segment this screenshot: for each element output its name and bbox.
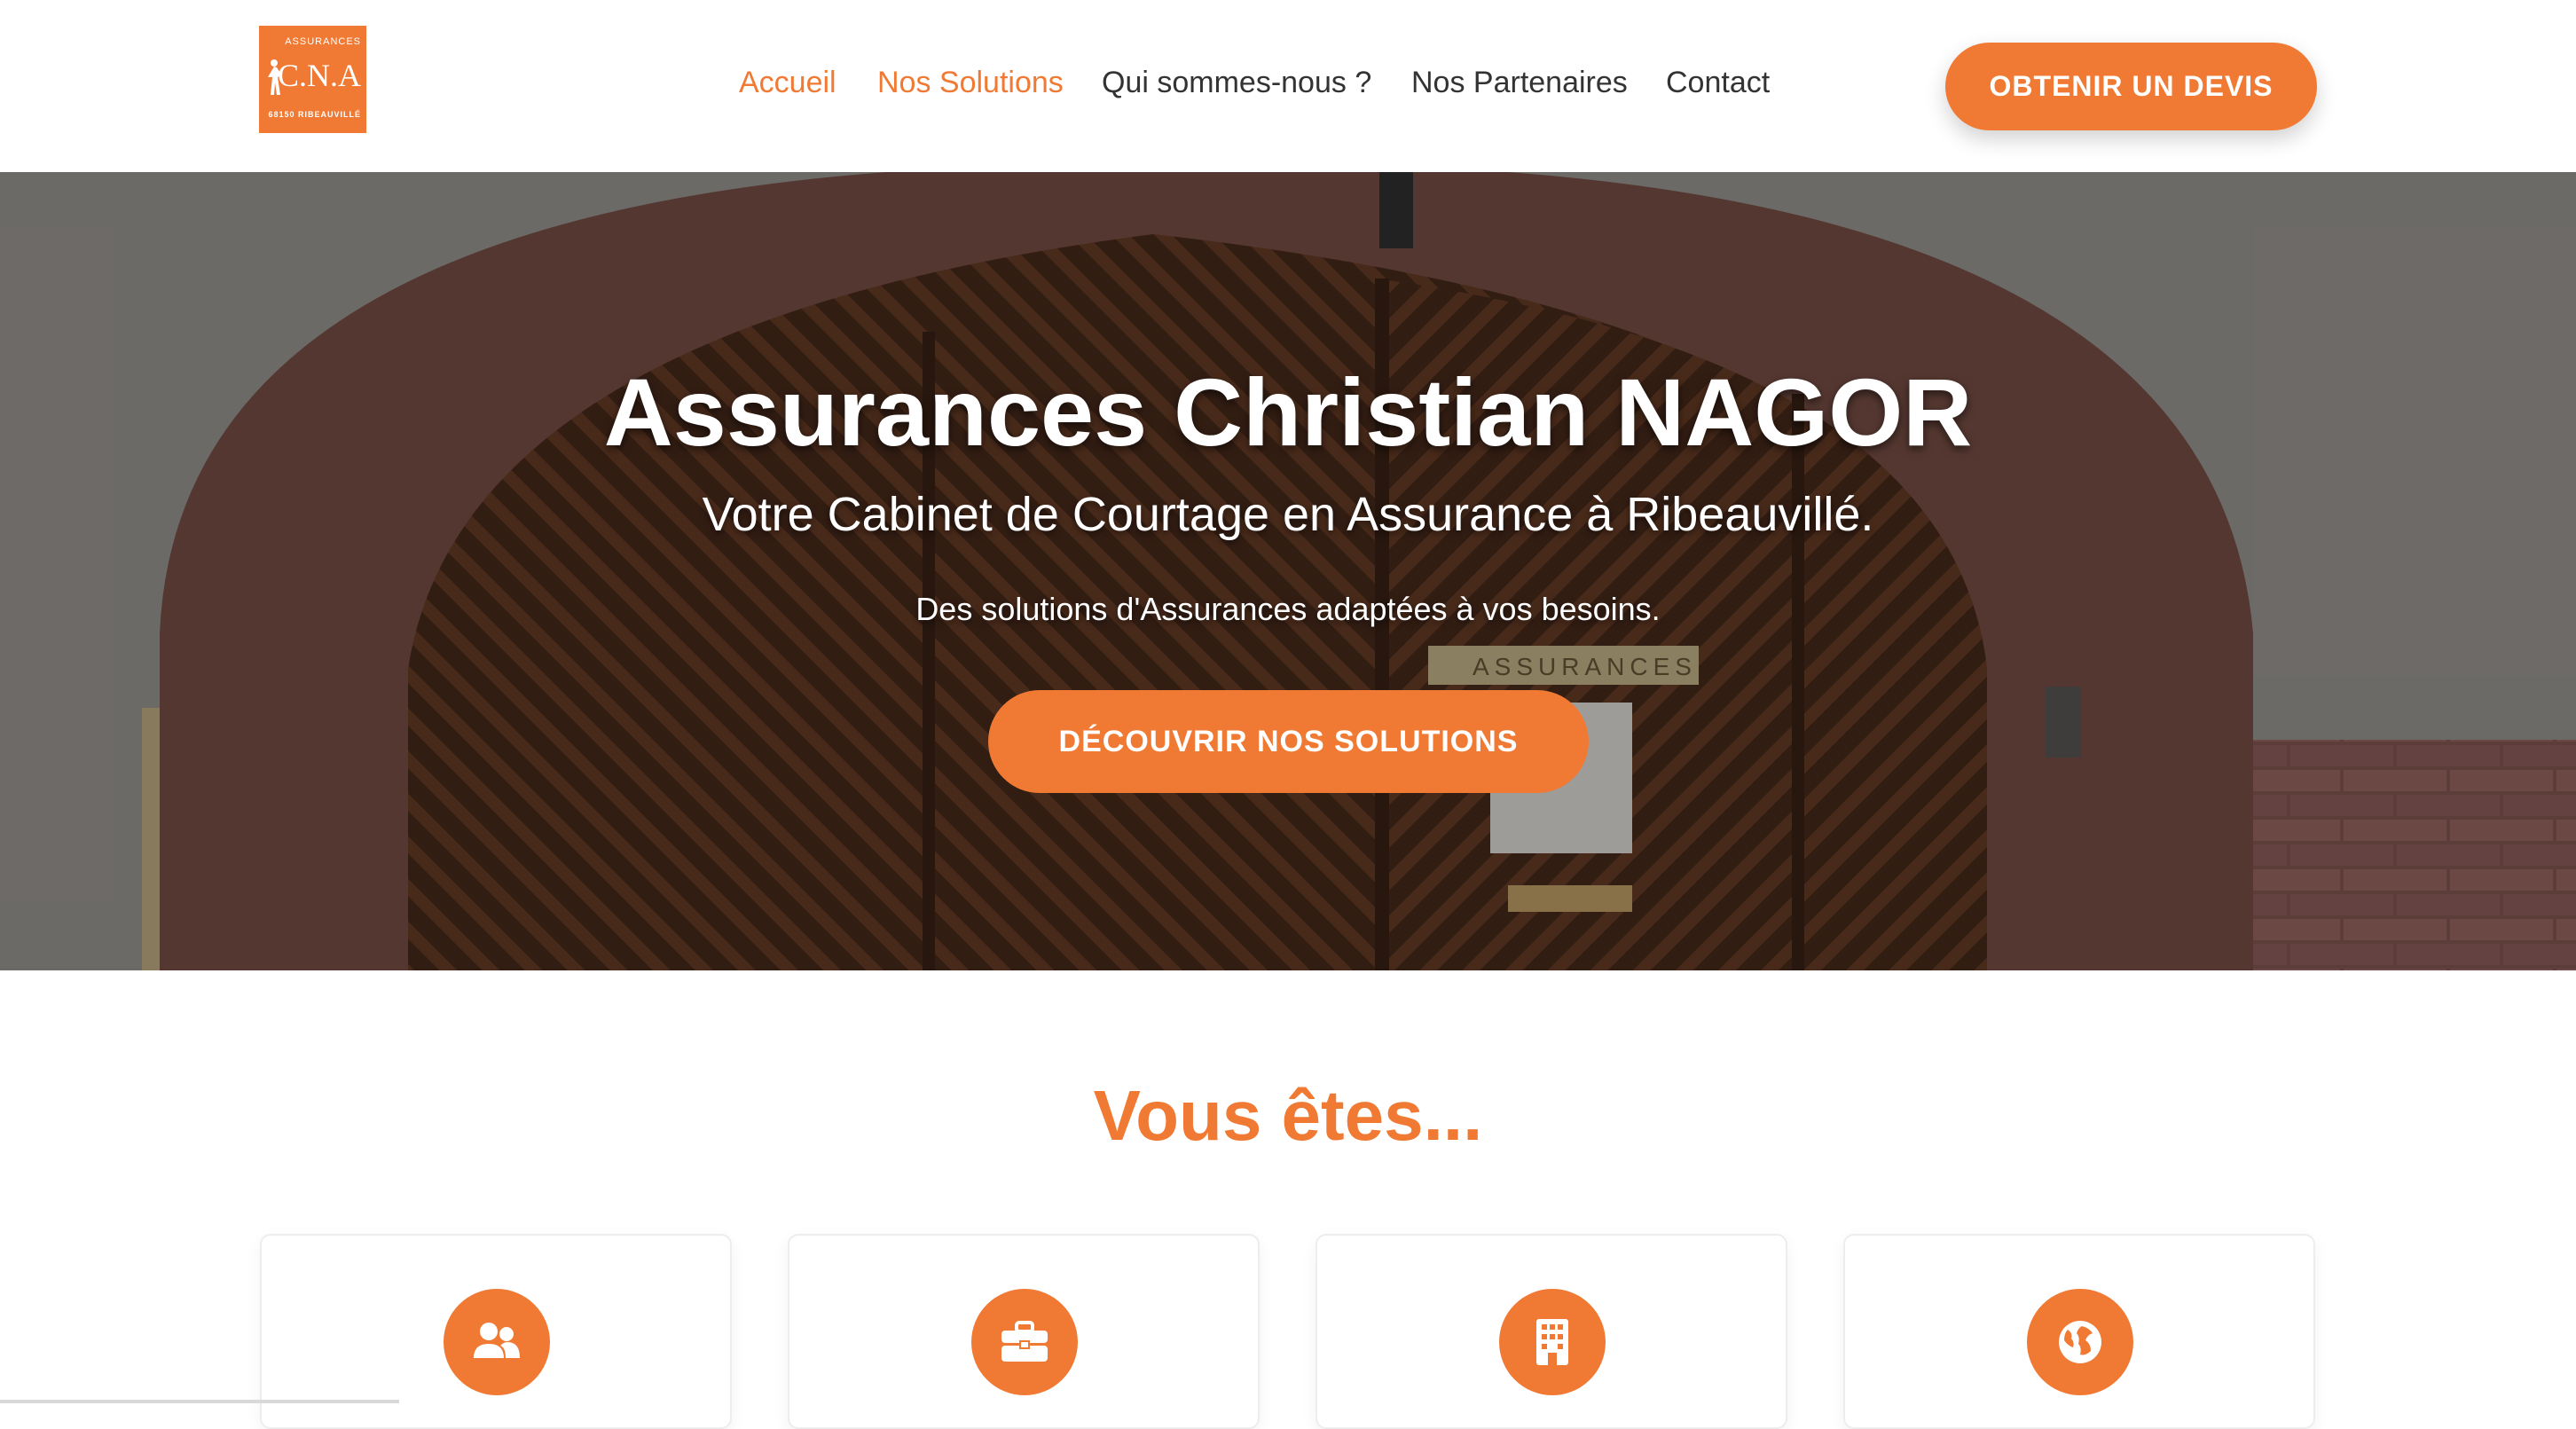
hero-title: Assurances Christian NAGOR [603, 358, 1973, 466]
hero-subtitle: Votre Cabinet de Courtage en Assurance à… [702, 488, 1874, 541]
building-icon-circle [1499, 1289, 1606, 1395]
nav-accueil[interactable]: Accueil [739, 66, 836, 100]
obtenir-devis-button[interactable]: OBTENIR UN DEVIS [1945, 43, 2317, 130]
logo-bottom-text: 68150 RIBEAUVILLÉ [268, 110, 361, 119]
logo-top-text: ASSURANCES [285, 36, 361, 47]
globe-icon-circle [2027, 1289, 2133, 1395]
globe-icon [2059, 1321, 2101, 1363]
section-title: Vous êtes... [1093, 1076, 1483, 1155]
briefcase-icon-circle [971, 1289, 1078, 1395]
profile-card-international[interactable] [1843, 1234, 2315, 1429]
hero-tagline: Des solutions d'Assurances adaptées à vo… [915, 591, 1661, 627]
briefcase-icon [1001, 1321, 1048, 1362]
site-header: ASSURANCES C.N.A 68150 RIBEAUVILLÉ Accue… [0, 0, 2576, 172]
nav-nos-solutions[interactable]: Nos Solutions [877, 66, 1064, 100]
profile-card-professionnel[interactable] [788, 1234, 1260, 1429]
building-icon [1536, 1319, 1568, 1365]
nav-qui-sommes-nous[interactable]: Qui sommes-nous ? [1102, 66, 1371, 100]
hero-door-image: ASSURANCES [0, 172, 2576, 970]
bottom-edge-divider [0, 1400, 399, 1403]
nav-contact[interactable]: Contact [1666, 66, 1770, 100]
decouvrir-solutions-button[interactable]: DÉCOUVRIR NOS SOLUTIONS [988, 690, 1589, 793]
users-icon [474, 1323, 520, 1358]
nav-nos-partenaires[interactable]: Nos Partenaires [1411, 66, 1628, 100]
users-icon-circle [444, 1289, 550, 1395]
hero-banner: ASSURANCES Assurances Christian NAGOR Vo… [0, 172, 2576, 970]
profile-card-entreprise[interactable] [1315, 1234, 1787, 1429]
